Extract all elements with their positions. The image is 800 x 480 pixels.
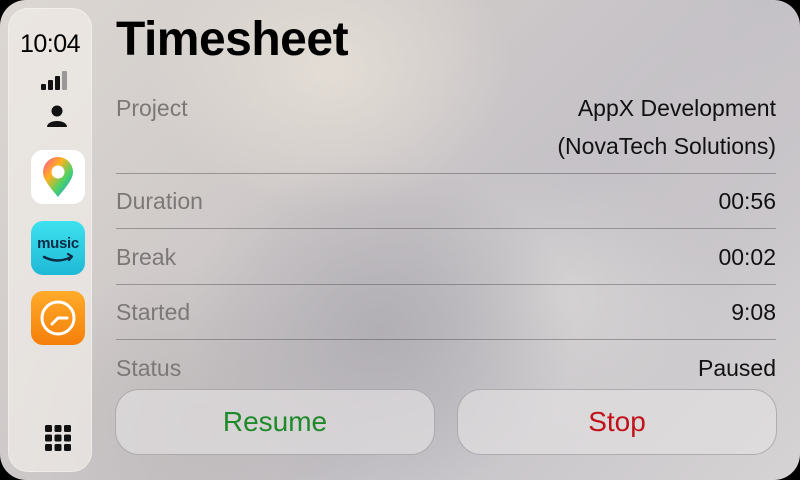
project-value-line1: AppX Development: [577, 95, 776, 121]
resume-button[interactable]: Resume: [115, 389, 435, 455]
page-title: Timesheet: [116, 13, 349, 66]
amazon-smile-icon: [42, 252, 74, 262]
stop-button[interactable]: Stop: [457, 389, 777, 455]
clock-app-button[interactable]: [31, 291, 85, 345]
started-value: 9:08: [731, 299, 776, 325]
stop-button-label: Stop: [588, 406, 646, 437]
clock-icon: [40, 300, 76, 336]
break-label: Break: [116, 244, 177, 270]
carplay-screen: 10:04 music Timesheet Project AppX Devel…: [0, 0, 800, 480]
status-time: 10:04: [19, 30, 81, 58]
maps-app-button[interactable]: [31, 150, 85, 204]
project-value-line2: (NovaTech Solutions): [557, 133, 776, 159]
cellular-signal-icon: [41, 70, 75, 90]
divider: [116, 228, 776, 229]
resume-button-label: Resume: [222, 406, 328, 437]
maps-pin-icon: [43, 157, 73, 197]
status-label: Status: [116, 355, 182, 381]
started-label: Started: [116, 299, 191, 325]
duration-label: Duration: [116, 188, 203, 214]
amazon-music-app-button[interactable]: music: [31, 221, 85, 275]
divider: [116, 173, 776, 174]
status-value: Paused: [697, 355, 776, 381]
divider: [116, 339, 776, 340]
app-grid-icon[interactable]: [44, 424, 72, 452]
dock: 10:04 music: [8, 8, 92, 472]
project-label: Project: [116, 95, 188, 121]
duration-value: 00:56: [718, 188, 776, 214]
person-icon: [47, 105, 67, 127]
break-value: 00:02: [718, 244, 776, 270]
divider: [116, 284, 776, 285]
